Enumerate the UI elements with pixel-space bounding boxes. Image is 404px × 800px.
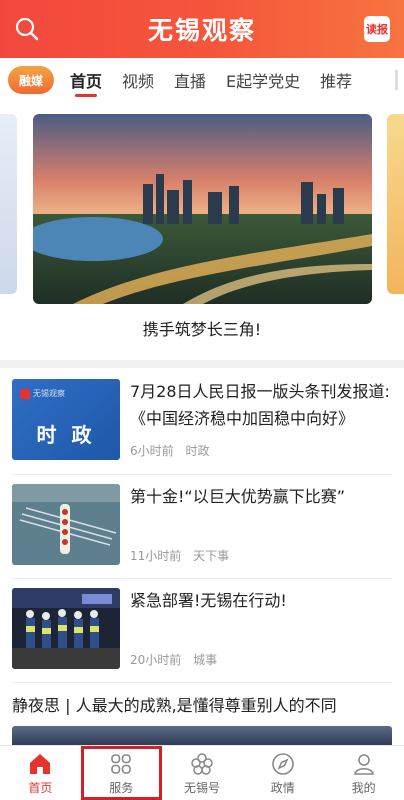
bottom-navigation: 首页 服务 无锡号 政情 我的 bbox=[0, 745, 404, 800]
section-gap bbox=[0, 360, 404, 368]
tab-live[interactable]: 直播 bbox=[164, 58, 216, 102]
news-headline[interactable]: 紧急部署!无锡在行动! bbox=[130, 587, 392, 614]
compass-icon bbox=[271, 753, 294, 775]
news-item[interactable]: 紧急部署!无锡在行动! 20小时前 城事 bbox=[12, 579, 392, 683]
home-icon bbox=[30, 754, 51, 774]
nav-label: 政情 bbox=[270, 781, 295, 795]
flower-icon bbox=[191, 753, 213, 775]
news-headline[interactable]: 7月28日人民日报一版头条刊发报道:《中国经济稳中加固稳中向好》 bbox=[130, 378, 392, 432]
nav-label: 我的 bbox=[351, 781, 376, 795]
channel-tabs: 融媒 首页 视频 直播 E起学党史 推荐 bbox=[0, 58, 404, 102]
banner-carousel[interactable]: 携手筑梦长三角! bbox=[0, 102, 404, 360]
banner-next-peek[interactable] bbox=[387, 114, 404, 294]
news-category: 城事 bbox=[193, 653, 218, 667]
news-headline[interactable]: 静夜思 | 人最大的成熟,是懂得尊重别人的不同 bbox=[12, 692, 337, 716]
tab-video[interactable]: 视频 bbox=[112, 58, 164, 102]
news-category: 时政 bbox=[185, 444, 210, 458]
grid-icon bbox=[111, 754, 131, 774]
news-thumbnail[interactable] bbox=[12, 484, 120, 565]
news-thumbnail[interactable]: 无锡观察 时 政 bbox=[12, 379, 120, 460]
app-header: 无锡观察 读报 bbox=[0, 0, 404, 58]
news-thumbnail[interactable] bbox=[12, 726, 392, 746]
rongmei-logo[interactable]: 融媒 bbox=[8, 66, 54, 94]
tab-party-history[interactable]: E起学党史 bbox=[216, 58, 310, 102]
banner-prev-peek[interactable] bbox=[0, 114, 17, 294]
nav-label: 首页 bbox=[28, 781, 53, 795]
news-meta: 6小时前 时政 bbox=[130, 442, 209, 459]
thumb-tag: 无锡观察 bbox=[33, 389, 65, 398]
news-thumbnail[interactable] bbox=[12, 588, 120, 669]
nav-item-home[interactable]: 首页 bbox=[0, 746, 81, 800]
app-title: 无锡观察 bbox=[147, 16, 256, 45]
news-time: 20小时前 bbox=[130, 653, 182, 667]
news-item[interactable]: 无锡观察 时 政 7月28日人民日报一版头条刊发报道:《中国经济稳中加固稳中向好… bbox=[12, 370, 392, 474]
news-time: 6小时前 bbox=[130, 444, 174, 458]
search-icon[interactable] bbox=[14, 16, 40, 42]
banner-image[interactable] bbox=[33, 114, 372, 304]
nav-item-politics[interactable]: 政情 bbox=[242, 746, 323, 800]
news-headline[interactable]: 第十金!“以巨大优势赢下比赛” bbox=[130, 483, 392, 510]
news-item[interactable]: 第十金!“以巨大优势赢下比赛” 11小时前 天下事 bbox=[12, 475, 392, 579]
news-time: 11小时前 bbox=[130, 549, 182, 563]
tab-recommend[interactable]: 推荐 bbox=[310, 58, 362, 102]
divider bbox=[12, 682, 392, 683]
thumb-label: 时 政 bbox=[36, 423, 96, 447]
news-meta: 11小时前 天下事 bbox=[130, 547, 229, 564]
news-meta: 20小时前 城事 bbox=[130, 651, 217, 668]
tab-more-icon[interactable] bbox=[390, 66, 404, 94]
nav-item-services[interactable]: 服务 bbox=[80, 746, 162, 800]
nav-label: 服务 bbox=[109, 781, 134, 795]
nav-label: 无锡号 bbox=[183, 781, 220, 795]
tab-home[interactable]: 首页 bbox=[60, 58, 112, 102]
nav-item-mine[interactable]: 我的 bbox=[323, 746, 404, 800]
read-newspaper-button[interactable]: 读报 bbox=[364, 16, 390, 42]
nav-item-wuxi-account[interactable]: 无锡号 bbox=[162, 746, 243, 800]
news-category: 天下事 bbox=[193, 549, 230, 563]
user-icon bbox=[353, 754, 374, 775]
banner-caption[interactable]: 携手筑梦长三角! bbox=[0, 316, 404, 340]
